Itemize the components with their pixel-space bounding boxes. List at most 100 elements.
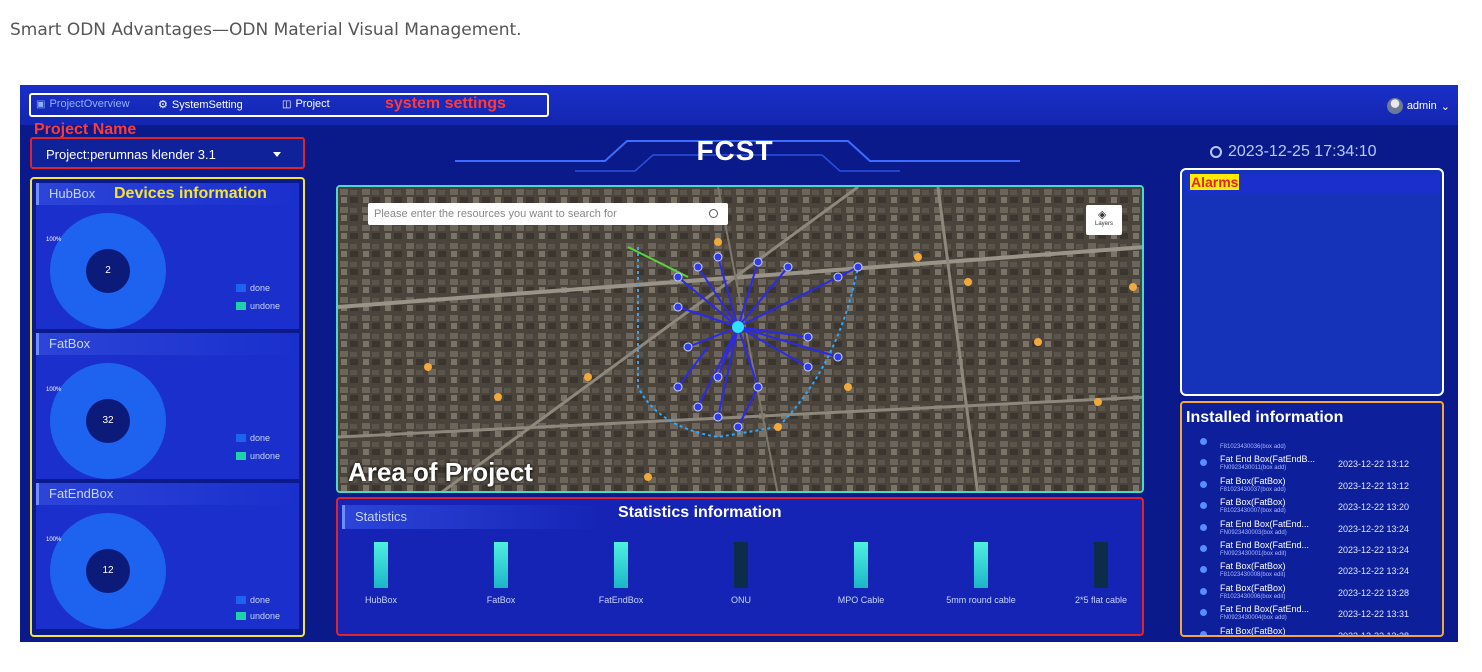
bullet-icon — [1200, 609, 1207, 617]
nav-project-overview[interactable]: ▣ ProjectOverview — [36, 98, 130, 110]
installed-row-time: 2023-12-22 13:20 — [1338, 502, 1410, 513]
installed-row-name: Fat End Box(FatEndB... — [1220, 454, 1316, 465]
donut-percent: 100% — [46, 237, 62, 243]
clock-icon — [1210, 146, 1222, 158]
search-icon[interactable] — [709, 209, 718, 218]
legend-done: done — [236, 283, 270, 293]
alarms-annotation: Alarms — [1190, 174, 1240, 190]
installed-annotation: Installed information — [1186, 409, 1344, 426]
installed-row-name: Fat Box(FatBox) — [1220, 582, 1286, 593]
nav-system-setting[interactable]: ⚙ SystemSetting — [158, 98, 243, 112]
stat-label: ONU — [731, 595, 751, 605]
grid-icon: ▣ — [36, 98, 46, 110]
bullet-icon — [1200, 544, 1207, 552]
datetime-text: 2023-12-25 17:34:10 — [1228, 143, 1377, 160]
installed-row-code: FN0923430004(box add) — [1220, 615, 1287, 622]
layers-button[interactable]: Layers — [1086, 205, 1122, 235]
installed-row-time: 2023-12-22 13:24 — [1338, 566, 1410, 577]
alarms-panel: Alarms — [1180, 168, 1444, 396]
legend-done: done — [236, 433, 270, 443]
donut-percent: 100% — [46, 537, 62, 543]
installed-row[interactable]: F81023430036(box add) — [1182, 433, 1442, 454]
stat-bar-mpo-cable — [854, 542, 868, 588]
installed-list: F81023430036(box add) Fat End Box(FatEndB… — [1182, 433, 1442, 636]
legend-label: undone — [250, 611, 281, 621]
installed-row-code: F81023430006(box edit) — [1220, 593, 1286, 600]
installed-row-time: 2023-12-22 13:12 — [1338, 480, 1410, 491]
installed-row[interactable]: Fat Box(FatBox) F81023430037(box add) 2023… — [1182, 476, 1442, 497]
installed-row-time: 2023-12-22 13:28 — [1338, 587, 1410, 598]
user-menu[interactable]: admin ⌄ — [1386, 98, 1450, 114]
installed-row-name: Fat End Box(FatEnd... — [1220, 604, 1310, 615]
legend-label: undone — [250, 301, 281, 311]
statistics-header: Statistics — [342, 505, 602, 529]
map-search-input[interactable]: Please enter the resources you want to s… — [368, 203, 728, 225]
stat-label: FatBox — [486, 595, 516, 605]
installed-row-time: 2023-12-22 13:12 — [1338, 459, 1410, 470]
nav-label: ProjectOverview — [49, 98, 130, 110]
installed-row[interactable]: Fat End Box(FatEndB... FN0923430011(box a… — [1182, 454, 1442, 475]
nav-project[interactable]: ◫ Project — [282, 98, 330, 110]
installed-row[interactable]: Fat End Box(FatEnd... FN0923430003(box ad… — [1182, 519, 1442, 540]
installed-row-code: F81023430008(box edit) — [1220, 572, 1286, 579]
project-select-value: Project:perumnas klender 3.1 — [46, 147, 216, 162]
bullet-icon — [1200, 587, 1207, 595]
page-title: FCST — [696, 135, 774, 166]
stat-label: 2*5 flat cable — [1074, 595, 1128, 605]
donut-percent: 100% — [46, 387, 62, 393]
stat-bar-5mm-round-cable — [974, 542, 988, 588]
search-placeholder: Please enter the resources you want to s… — [374, 208, 617, 220]
nav-label: SystemSetting — [171, 98, 243, 111]
installed-row-time: 2023-12-22 13:24 — [1338, 544, 1410, 555]
legend-undone: undone — [236, 301, 280, 311]
donut-count: 12 — [86, 549, 130, 593]
bullet-icon — [1200, 480, 1207, 488]
device-section-fatendbox: FatEndBox 12 100% done undone — [36, 483, 299, 629]
bullet-icon — [1200, 459, 1207, 467]
map-background — [338, 187, 1142, 491]
device-section-title: FatBox — [36, 333, 299, 355]
donut-chart: 32 — [50, 363, 166, 479]
installed-row[interactable]: Fat End Box(FatEnd... FN0923430004(box ad… — [1182, 604, 1442, 625]
project-map[interactable]: Please enter the resources you want to s… — [336, 185, 1144, 493]
donut-chart: 12 — [50, 513, 166, 629]
avatar — [1386, 98, 1403, 114]
installed-row[interactable]: Fat Box(FatBox) F81023430006(box edit) 202… — [1182, 583, 1442, 604]
device-section-fatbox: FatBox 32 100% done undone — [36, 333, 299, 479]
device-section-hubbox: HubBox 2 100% done undone — [36, 183, 299, 329]
legend-label: undone — [250, 451, 281, 461]
legend-swatch-undone — [236, 452, 246, 460]
system-settings-annotation: system settings — [385, 95, 506, 112]
installed-row-code: F81023430007(box add) — [1220, 508, 1286, 515]
legend-undone: undone — [236, 611, 280, 621]
layers-label: Layers — [1094, 221, 1113, 227]
installed-row-code: FN0923430001(box edit) — [1220, 550, 1287, 557]
legend-label: done — [250, 595, 271, 605]
bullet-icon — [1200, 630, 1207, 635]
caret-down-icon — [273, 152, 281, 157]
area-of-project-annotation: Area of Project — [348, 457, 533, 487]
installed-row[interactable]: Fat Box(FatBox) 2023-12-22 13:38 — [1182, 625, 1442, 636]
bullet-icon — [1200, 502, 1207, 510]
chevron-down-icon: ⌄ — [1440, 100, 1450, 113]
installed-row-code: FN0923430003(box add) — [1220, 529, 1287, 536]
project-select[interactable]: Project:perumnas klender 3.1 — [30, 137, 305, 169]
legend-swatch-undone — [236, 302, 246, 310]
installed-row-time: 2023-12-22 13:31 — [1338, 609, 1410, 620]
legend-label: done — [250, 283, 271, 293]
datetime-display: 2023-12-25 17:34:10 — [1210, 143, 1377, 161]
statistics-annotation: Statistics information — [618, 504, 782, 521]
installed-row-code: FN0923430011(box add) — [1220, 465, 1287, 472]
installed-row-name: Fat End Box(FatEnd... — [1220, 539, 1310, 550]
user-name: admin — [1406, 100, 1437, 112]
stat-label: HubBox — [364, 595, 398, 605]
installed-panel: Installed information F81023430036(box a… — [1180, 401, 1444, 637]
installed-row[interactable]: Fat End Box(FatEnd... FN0923430001(box ed… — [1182, 540, 1442, 561]
installed-row[interactable]: Fat Box(FatBox) F81023430008(box edit) 202… — [1182, 561, 1442, 582]
devices-annotation: Devices information — [114, 185, 267, 202]
installed-row-name: Fat Box(FatBox) — [1220, 475, 1286, 486]
bullet-icon — [1200, 438, 1207, 445]
installed-row[interactable]: Fat Box(FatBox) F81023430007(box add) 2023… — [1182, 497, 1442, 518]
installed-row-name: Fat Box(FatBox) — [1220, 625, 1286, 636]
gear-icon: ⚙ — [158, 99, 168, 111]
